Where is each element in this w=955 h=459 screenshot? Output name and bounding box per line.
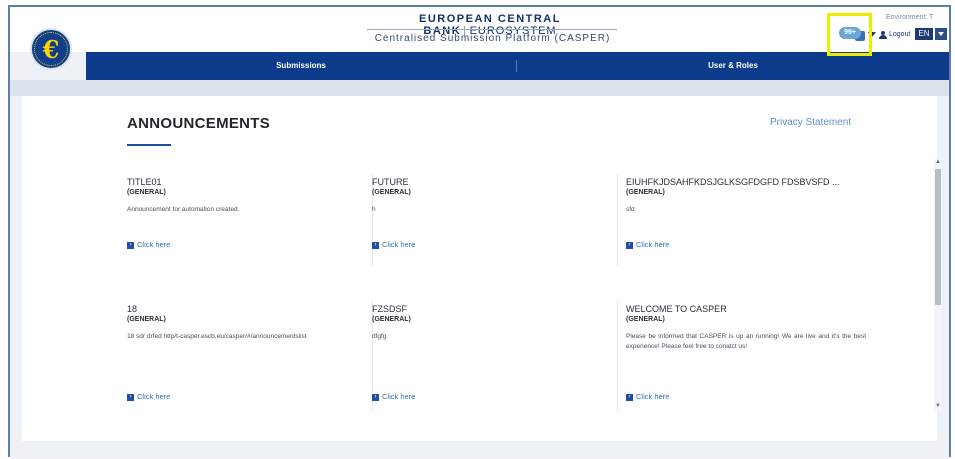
main-content: ANNOUNCEMENTS Privacy Statement TITLE01 …: [22, 96, 937, 441]
click-here-link[interactable]: › Click here: [372, 392, 415, 401]
announcement-type: (GENERAL): [127, 316, 166, 323]
click-here-link[interactable]: › Click here: [127, 240, 170, 249]
announcement-type: (GENERAL): [372, 189, 411, 196]
title-divider: [367, 29, 617, 30]
announcement-card: FZSDSF (GENERAL) dfgfg › Click here: [372, 304, 612, 404]
announcement-card: WELCOME TO CASPER (GENERAL) Please be in…: [626, 304, 866, 404]
click-here-link[interactable]: › Click here: [127, 392, 170, 401]
announcement-type: (GENERAL): [127, 189, 166, 196]
arrow-right-icon: ›: [626, 241, 633, 249]
announcement-title: EIUHFKJDSAHFKDSJGLKSGFDGFD FDSBVSFD ...: [626, 177, 840, 187]
click-here-label: Click here: [382, 240, 416, 249]
arrow-right-icon: ›: [127, 393, 134, 401]
announcement-title: WELCOME TO CASPER: [626, 304, 727, 314]
privacy-statement-link[interactable]: Privacy Statement: [770, 117, 851, 128]
header: EUROPEAN CENTRAL BANK | EUROSYSTEM Central…: [10, 7, 949, 56]
app-window: EUROPEAN CENTRAL BANK | EUROSYSTEM Central…: [8, 5, 951, 459]
click-here-label: Click here: [137, 240, 171, 249]
language-dropdown-icon[interactable]: [935, 28, 947, 40]
announcement-type: (GENERAL): [626, 189, 665, 196]
click-here-label: Click here: [137, 392, 171, 401]
announcement-description: h: [372, 206, 376, 213]
click-here-link[interactable]: › Click here: [372, 240, 415, 249]
nav-submissions[interactable]: Submissions: [86, 52, 516, 80]
column-divider: [617, 174, 618, 266]
announcement-description: Please be informed that CASPER is up an …: [626, 333, 866, 350]
ecb-logo-icon[interactable]: €: [30, 28, 72, 70]
scroll-down-icon[interactable]: ▼: [934, 403, 942, 411]
footer-area: [10, 441, 949, 459]
announcement-description: 18 sdr drfed http/t-casper.escb.eu/caspe…: [127, 333, 307, 340]
announcement-title: TITLE01: [127, 177, 162, 187]
announcement-type: (GENERAL): [626, 316, 665, 323]
announcement-card: FUTURE (GENERAL) h › Click here: [372, 177, 612, 257]
click-here-label: Click here: [636, 240, 670, 249]
announcement-description: sfd: [626, 206, 635, 213]
arrow-right-icon: ›: [372, 241, 379, 249]
user-icon: [879, 31, 887, 39]
arrow-right-icon: ›: [127, 241, 134, 249]
page-title: ANNOUNCEMENTS: [127, 115, 271, 132]
arrow-right-icon: ›: [372, 393, 379, 401]
announcement-description: Announcement for automation created.: [127, 206, 240, 213]
column-divider: [617, 301, 618, 411]
click-here-link[interactable]: › Click here: [626, 240, 669, 249]
environment-label: Environment: T: [886, 14, 934, 21]
platform-title: Centralised Submission Platform (CASPER): [374, 33, 611, 44]
scrollbar-thumb[interactable]: [935, 169, 941, 305]
announcement-card: EIUHFKJDSAHFKDSJGLKSGFDGFD FDSBVSFD ... …: [626, 177, 866, 257]
highlight-box: [827, 13, 872, 56]
euro-symbol: €: [42, 35, 60, 64]
arrow-right-icon: ›: [626, 393, 633, 401]
language-select[interactable]: EN: [915, 28, 933, 40]
scroll-up-icon[interactable]: ▲: [934, 159, 942, 167]
announcement-title: FZSDSF: [372, 304, 407, 314]
click-here-label: Click here: [382, 392, 416, 401]
logout-link[interactable]: Logout: [889, 31, 910, 38]
announcement-card: 18 (GENERAL) 18 sdr drfed http/t-casper.…: [127, 304, 367, 404]
title-underline: [127, 144, 171, 146]
announcement-card: TITLE01 (GENERAL) Announcement for autom…: [127, 177, 367, 257]
click-here-link[interactable]: › Click here: [626, 392, 669, 401]
announcement-title: FUTURE: [372, 177, 409, 187]
announcement-description: dfgfg: [372, 333, 387, 340]
nav-user-roles[interactable]: User & Roles: [517, 52, 949, 80]
main-navbar: Submissions User & Roles: [86, 52, 949, 80]
subbar: [10, 80, 949, 96]
announcement-type: (GENERAL): [372, 316, 411, 323]
click-here-label: Click here: [636, 392, 670, 401]
announcement-title: 18: [127, 304, 138, 314]
